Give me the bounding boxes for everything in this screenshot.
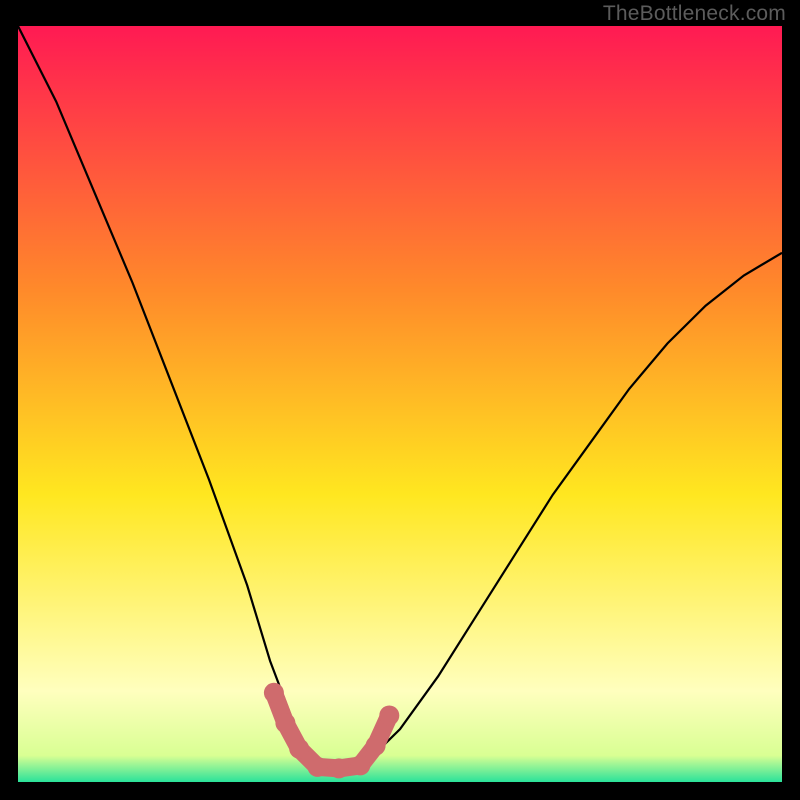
highlight-marker — [366, 736, 386, 756]
bottleneck-curve — [18, 26, 782, 767]
highlight-marker — [350, 755, 370, 775]
highlight-marker — [329, 758, 349, 778]
highlight-marker — [275, 713, 295, 733]
highlight-marker — [308, 757, 328, 777]
watermark-text: TheBottleneck.com — [603, 2, 786, 26]
chart-overlay — [18, 26, 782, 782]
highlight-marker — [289, 739, 309, 759]
highlight-marker — [264, 683, 284, 703]
plot-area — [18, 26, 782, 782]
outer-frame: TheBottleneck.com — [0, 0, 800, 800]
highlight-marker — [379, 706, 399, 726]
